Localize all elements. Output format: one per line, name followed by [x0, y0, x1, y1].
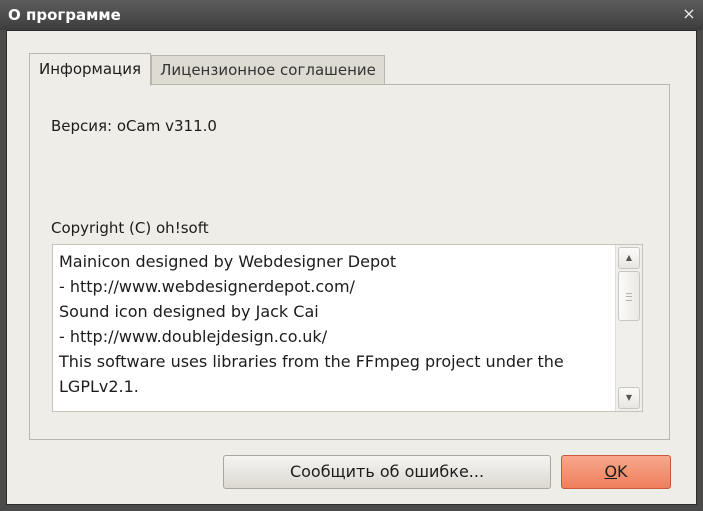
- credits-line: LGPLv2.1.: [59, 377, 139, 396]
- ok-button[interactable]: OK: [561, 455, 671, 489]
- credits-textbox[interactable]: Mainicon designed by Webdesigner Depot -…: [52, 244, 643, 412]
- ok-button-label-rest: K: [617, 462, 628, 481]
- grip-icon: [626, 293, 632, 301]
- dialog-body: Информация Лицензионное соглашение Верси…: [6, 30, 697, 505]
- scrollbar-thumb[interactable]: [618, 271, 640, 321]
- version-label: Версия: oCam v311.0: [51, 117, 217, 135]
- scroll-down-icon[interactable]: ▼: [618, 387, 640, 409]
- credits-line: - http://www.doublejdesign.co.uk/: [59, 327, 328, 346]
- report-bug-button[interactable]: Сообщить об ошибке...: [223, 455, 551, 489]
- credits-line: Mainicon designed by Webdesigner Depot: [59, 252, 397, 271]
- about-dialog: О программе × Информация Лицензионное со…: [0, 0, 703, 511]
- tab-panel-information: Версия: oCam v311.0 Copyright (C) oh!sof…: [29, 84, 670, 440]
- ok-button-mnemonic: O: [604, 462, 618, 481]
- tab-license-agreement[interactable]: Лицензионное соглашение: [151, 55, 385, 84]
- window-title: О программе: [8, 6, 121, 24]
- copyright-label: Copyright (C) oh!soft: [51, 219, 209, 237]
- credits-line: - http://www.webdesignerdepot.com/: [59, 277, 355, 296]
- close-icon[interactable]: ×: [679, 4, 699, 24]
- tab-information[interactable]: Информация: [29, 53, 151, 86]
- vertical-scrollbar[interactable]: ▲ ▼: [615, 245, 642, 411]
- credits-text: Mainicon designed by Webdesigner Depot -…: [59, 249, 615, 399]
- title-bar[interactable]: О программе ×: [0, 0, 703, 30]
- scroll-up-icon[interactable]: ▲: [618, 247, 640, 269]
- credits-line: Sound icon designed by Jack Cai: [59, 302, 319, 321]
- credits-line: This software uses libraries from the FF…: [59, 352, 564, 371]
